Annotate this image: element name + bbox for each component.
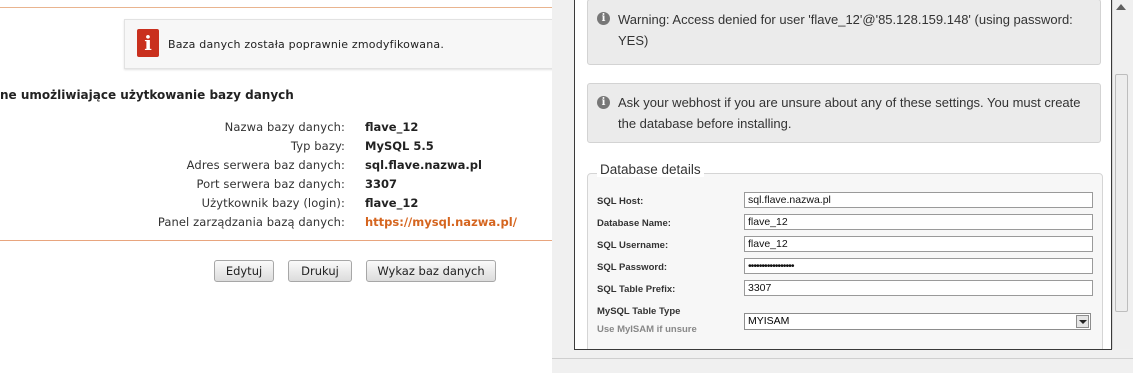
db-server-label: Adres serwera baz danych: (186, 158, 345, 172)
db-type-value: MySQL 5.5 (365, 139, 434, 153)
sql-table-prefix-input[interactable]: 3307 (744, 280, 1093, 296)
db-server-row: Adres serwera baz danych: sql.flave.nazw… (0, 158, 552, 177)
db-user-row: Użytkownik bazy (login): flave_12 (0, 196, 552, 215)
mysql-table-type-label: MySQL Table Type (597, 306, 681, 317)
db-user-label: Użytkownik bazy (login): (201, 196, 345, 210)
sql-host-input[interactable]: sql.flave.nazwa.pl (744, 192, 1093, 208)
db-type-row: Typ bazy: MySQL 5.5 (0, 139, 552, 158)
vertical-scrollbar[interactable] (1112, 0, 1130, 349)
sql-host-label: SQL Host: (597, 196, 644, 207)
info-text: Ask your webhost if you are unsure about… (618, 95, 1081, 131)
sql-password-label: SQL Password: (597, 262, 668, 273)
info-icon: i (597, 96, 610, 109)
info-icon: i (597, 12, 610, 25)
sql-password-input[interactable]: ••••••••••••••••• (744, 258, 1093, 274)
section-divider (0, 240, 552, 241)
database-list-button[interactable]: Wykaz baz danych (366, 260, 496, 282)
sql-username-input[interactable]: flave_12 (744, 236, 1093, 252)
db-panel-link[interactable]: https://mysql.nazwa.pl/ (365, 215, 517, 229)
success-notice: i Baza danych została poprawnie zmodyfik… (124, 19, 552, 69)
edit-button[interactable]: Edytuj (214, 260, 274, 282)
fieldset-legend: Database details (597, 162, 704, 177)
sql-table-prefix-label: SQL Table Prefix: (597, 284, 676, 295)
info-icon: i (137, 29, 159, 57)
db-user-value: flave_12 (365, 196, 419, 210)
warning-text: Warning: Access denied for user 'flave_1… (618, 12, 1073, 48)
mysql-table-type-hint: Use MyISAM if unsure (597, 324, 697, 335)
database-name-input[interactable]: flave_12 (744, 214, 1093, 230)
db-port-row: Port serwera baz danych: 3307 (0, 177, 552, 196)
db-panel-label: Panel zarządzania bazą danych: (157, 215, 345, 229)
database-name-label: Database Name: (597, 218, 671, 229)
notice-message: Baza danych została poprawnie zmodyfikow… (168, 38, 445, 51)
db-name-label: Nazwa bazy danych: (224, 120, 345, 134)
right-panel: i Warning: Access denied for user 'flave… (552, 0, 1133, 373)
installer-frame: i Warning: Access denied for user 'flave… (574, 0, 1112, 350)
top-divider (0, 7, 552, 8)
bottom-divider (552, 358, 1133, 359)
section-title: ne umożliwiające użytkowanie bazy danych (0, 88, 294, 102)
info-alert: i Ask your webhost if you are unsure abo… (587, 83, 1101, 143)
db-panel-row: Panel zarządzania bazą danych: https://m… (0, 215, 552, 234)
print-button[interactable]: Drukuj (288, 260, 352, 282)
db-port-label: Port serwera baz danych: (196, 177, 345, 191)
db-server-value: sql.flave.nazwa.pl (365, 158, 482, 172)
scrollbar-thumb[interactable] (1115, 74, 1128, 312)
sql-username-label: SQL Username: (597, 240, 669, 251)
db-port-value: 3307 (365, 177, 398, 191)
select-value: MYISAM (748, 315, 790, 327)
mysql-table-type-select[interactable]: MYISAM (744, 313, 1091, 330)
db-name-row: Nazwa bazy danych: flave_12 (0, 120, 552, 139)
left-panel: i Baza danych została poprawnie zmodyfik… (0, 0, 552, 373)
db-name-value: flave_12 (365, 120, 419, 134)
warning-alert: i Warning: Access denied for user 'flave… (587, 0, 1101, 65)
chevron-down-icon[interactable] (1076, 315, 1089, 328)
db-type-label: Typ bazy: (290, 139, 345, 153)
scroll-up-icon[interactable] (1116, 4, 1126, 10)
